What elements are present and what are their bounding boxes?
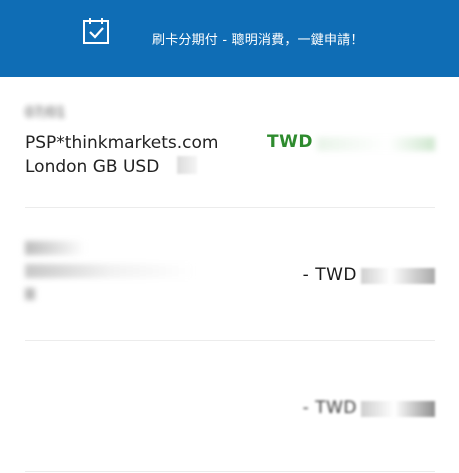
- transaction-location-masked: [25, 288, 35, 300]
- transaction-merchant-name: PSP*thinkmarkets.com: [25, 133, 219, 153]
- transaction-amount-masked: [361, 268, 435, 284]
- transaction-merchant-location: London GB USD: [25, 157, 160, 177]
- promo-banner[interactable]: 刷卡分期付 - 聰明消費，一鍵申請！: [0, 0, 459, 77]
- transaction-amount-masked: [317, 137, 435, 151]
- transaction-item[interactable]: 07/01 PSP*thinkmarkets.com London GB USD…: [25, 77, 435, 207]
- transaction-foreign-amount-masked: [177, 156, 197, 174]
- transaction-date-masked: [25, 241, 85, 255]
- transaction-amount-masked: [361, 401, 435, 417]
- transaction-merchant-masked: [25, 264, 195, 278]
- promo-banner-text: 刷卡分期付 - 聰明消費，一鍵申請！: [152, 33, 364, 48]
- transaction-amount: TWD: [267, 132, 313, 152]
- transaction-amount: - TWD: [302, 265, 357, 285]
- transaction-amount: - TWD: [302, 398, 357, 418]
- list-divider: [25, 471, 435, 472]
- transaction-item[interactable]: - TWD: [25, 341, 435, 471]
- transaction-item[interactable]: - TWD: [25, 208, 435, 340]
- calendar-check-icon: [83, 18, 109, 44]
- transaction-date: 07/01: [25, 105, 66, 121]
